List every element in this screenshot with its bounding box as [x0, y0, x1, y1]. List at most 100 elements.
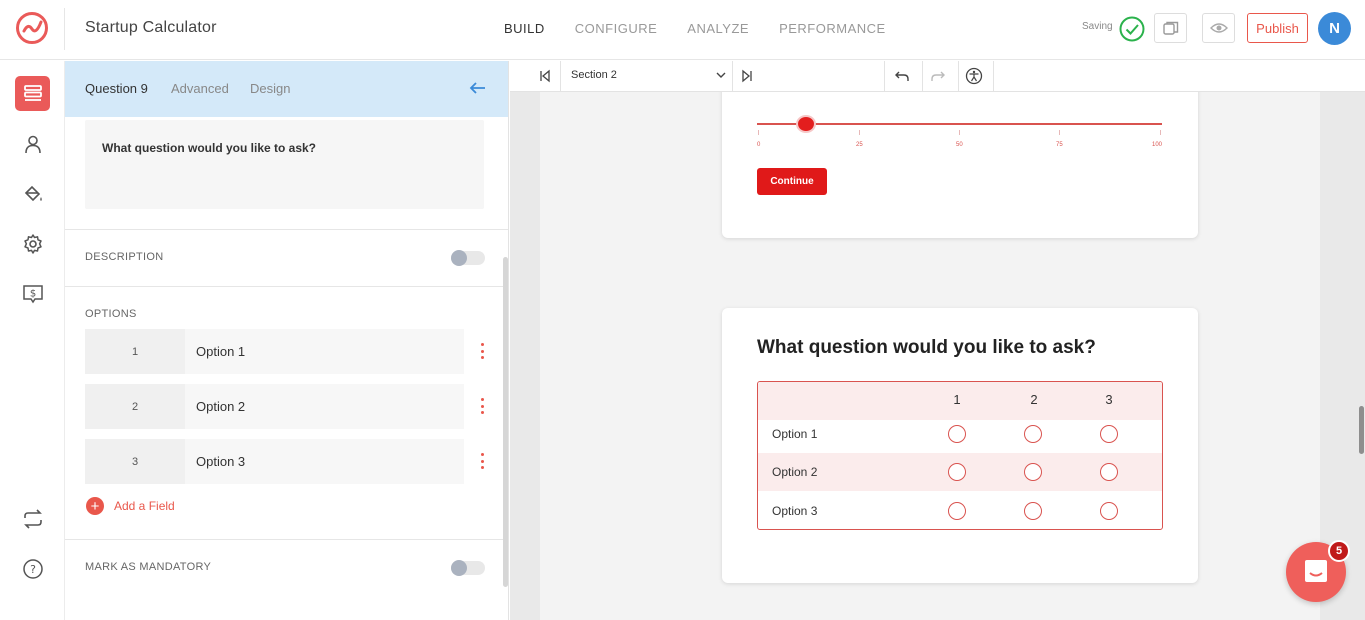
first-section-icon[interactable]	[538, 69, 552, 83]
tab-design[interactable]: Design	[250, 81, 290, 96]
kebab-menu-icon[interactable]	[478, 453, 486, 469]
divider	[993, 61, 994, 92]
help-icon[interactable]: ?	[15, 551, 50, 586]
last-section-icon[interactable]	[740, 69, 754, 83]
paint-bucket-icon[interactable]	[15, 176, 50, 211]
tick-mark	[1160, 130, 1161, 135]
nav-build[interactable]: BUILD	[504, 21, 545, 36]
matrix-row-label: Option 3	[772, 504, 818, 518]
tick-label: 75	[1056, 142, 1063, 148]
tick-mark	[959, 130, 960, 135]
radio-button[interactable]	[1100, 502, 1118, 520]
canvas-gutter	[1320, 61, 1365, 620]
nav-configure[interactable]: CONFIGURE	[575, 21, 658, 36]
mandatory-toggle[interactable]	[451, 560, 485, 576]
avatar[interactable]: N	[1318, 12, 1351, 45]
header-divider	[64, 8, 65, 50]
pricing-icon[interactable]: $	[15, 276, 50, 311]
panel-tabs: Question 9 Advanced Design	[65, 61, 508, 117]
slider-track[interactable]	[757, 123, 1162, 125]
section-select[interactable]: Section 2	[571, 69, 617, 81]
copy-icon	[1162, 21, 1178, 35]
add-field-label: Add a Field	[114, 499, 175, 513]
svg-text:?: ?	[30, 563, 36, 576]
radio-button[interactable]	[948, 502, 966, 520]
accessibility-icon[interactable]	[965, 67, 983, 85]
matrix-column-header: 1	[953, 392, 961, 407]
matrix-row: Option 3	[758, 491, 1162, 529]
eye-icon	[1209, 23, 1228, 33]
option-label[interactable]: Option 1	[196, 344, 245, 359]
notification-badge: 5	[1328, 540, 1350, 562]
question-text-input[interactable]: What question would you like to ask?	[85, 120, 484, 209]
matrix-question-card: What question would you like to ask? 1 2…	[722, 308, 1198, 583]
logo-icon[interactable]	[14, 10, 50, 46]
canvas-gutter	[510, 61, 540, 620]
continue-button[interactable]: Continue	[757, 168, 827, 195]
divider	[958, 61, 959, 92]
redo-icon[interactable]	[930, 69, 946, 83]
switch-icon[interactable]	[15, 501, 50, 536]
add-field-button[interactable]: + Add a Field	[86, 497, 175, 515]
radio-button[interactable]	[1024, 425, 1042, 443]
canvas-scrollbar[interactable]	[1359, 406, 1364, 454]
panel-scrollbar[interactable]	[503, 257, 508, 587]
tick-label: 100	[1152, 142, 1163, 148]
builder-icon[interactable]	[15, 76, 50, 111]
check-circle-icon	[1119, 16, 1145, 42]
option-label[interactable]: Option 3	[196, 454, 245, 469]
question-text: What question would you like to ask?	[102, 141, 317, 155]
option-row[interactable]: 3 Option 3	[85, 439, 464, 484]
option-label[interactable]: Option 2	[196, 399, 245, 414]
preview-button[interactable]	[1202, 13, 1235, 43]
tab-advanced[interactable]: Advanced	[171, 81, 229, 96]
plus-icon: +	[86, 497, 104, 515]
option-row[interactable]: 1 Option 1	[85, 329, 464, 374]
duplicate-button[interactable]	[1154, 13, 1187, 43]
question-settings-panel: Question 9 Advanced Design What question…	[65, 61, 509, 620]
matrix-row-label: Option 2	[772, 465, 818, 479]
matrix-column-header: 2	[1030, 392, 1038, 407]
kebab-menu-icon[interactable]	[478, 343, 486, 359]
option-row[interactable]: 2 Option 2	[85, 384, 464, 429]
nav-performance[interactable]: PERFORMANCE	[779, 21, 886, 36]
nav-analyze[interactable]: ANALYZE	[687, 21, 749, 36]
top-bar: Startup Calculator BUILD CONFIGURE ANALY…	[0, 0, 1365, 60]
app-title[interactable]: Startup Calculator	[85, 19, 217, 37]
radio-button[interactable]	[1024, 502, 1042, 520]
description-label: DESCRIPTION	[85, 251, 164, 263]
canvas-page: 0 25 50 75 100 Continue What question wo…	[540, 82, 1320, 620]
saving-status: Saving	[1082, 21, 1113, 32]
radio-button[interactable]	[948, 425, 966, 443]
chat-icon	[1305, 560, 1327, 582]
radio-button[interactable]	[948, 463, 966, 481]
tick-label: 0	[757, 142, 761, 148]
radio-button[interactable]	[1024, 463, 1042, 481]
tick-mark	[859, 130, 860, 135]
divider	[65, 229, 508, 230]
user-icon[interactable]	[15, 126, 50, 161]
divider	[65, 286, 508, 287]
matrix-row-label: Option 1	[772, 427, 818, 441]
radio-button[interactable]	[1100, 425, 1118, 443]
slider-thumb[interactable]	[796, 115, 816, 133]
undo-icon[interactable]	[894, 69, 910, 83]
divider	[922, 61, 923, 92]
description-toggle[interactable]	[451, 250, 485, 266]
tick-label: 50	[956, 142, 963, 148]
option-number: 2	[85, 384, 185, 429]
tick-label: 25	[856, 142, 863, 148]
gear-icon[interactable]	[15, 226, 50, 261]
form-canvas: 0 25 50 75 100 Continue What question wo…	[510, 61, 1365, 620]
options-label: OPTIONS	[85, 308, 137, 320]
kebab-menu-icon[interactable]	[478, 398, 486, 414]
publish-button[interactable]: Publish	[1247, 13, 1308, 43]
back-arrow-icon[interactable]	[469, 80, 487, 96]
mandatory-label: MARK AS MANDATORY	[85, 561, 212, 573]
radio-button[interactable]	[1100, 463, 1118, 481]
canvas-toolbar: Section 2	[510, 61, 1365, 92]
divider	[560, 61, 561, 92]
chevron-down-icon[interactable]	[715, 69, 727, 81]
tab-question[interactable]: Question 9	[85, 81, 148, 96]
divider	[884, 61, 885, 92]
